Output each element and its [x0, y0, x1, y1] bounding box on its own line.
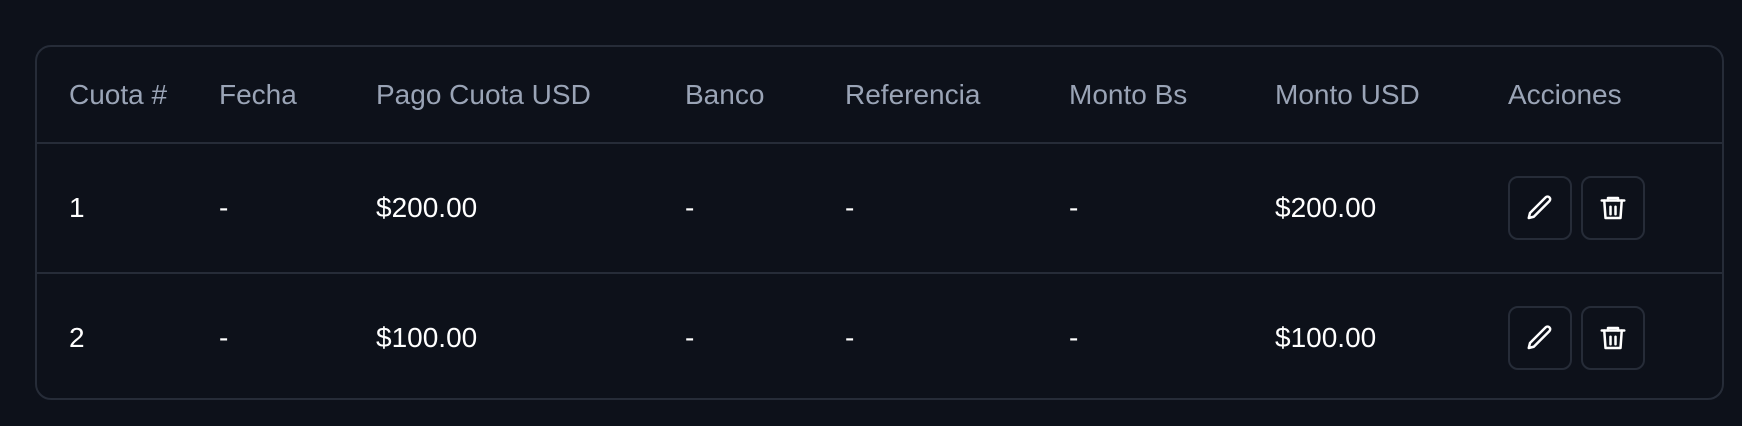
table-row: 1 - $200.00 - - - $200.00: [37, 143, 1722, 273]
installments-table-card: Cuota # Fecha Pago Cuota USD Banco Refer…: [35, 45, 1724, 400]
header-pago-cuota-usd: Pago Cuota USD: [376, 47, 685, 144]
header-banco: Banco: [685, 47, 845, 144]
cell-referencia: -: [845, 192, 855, 223]
delete-button[interactable]: [1581, 176, 1645, 240]
installments-table: Cuota # Fecha Pago Cuota USD Banco Refer…: [37, 47, 1722, 398]
cell-pago-cuota-usd: $100.00: [376, 272, 685, 398]
cell-monto-bs: -: [1069, 192, 1079, 223]
row-actions: [1508, 176, 1722, 240]
row-actions: [1508, 306, 1722, 370]
trash-icon: [1600, 196, 1626, 220]
cell-monto-usd: $200.00: [1275, 192, 1377, 223]
table-header-row: Cuota # Fecha Pago Cuota USD Banco Refer…: [37, 47, 1722, 144]
header-monto-bs: Monto Bs: [1069, 47, 1275, 144]
pencil-icon: [1527, 195, 1552, 220]
cell-monto-usd: $100.00: [1275, 272, 1508, 398]
cell-acciones: [1508, 143, 1722, 273]
edit-button[interactable]: [1508, 176, 1572, 240]
trash-icon: [1600, 326, 1626, 350]
header-acciones: Acciones: [1508, 47, 1722, 144]
edit-button[interactable]: [1508, 306, 1572, 370]
delete-button[interactable]: [1581, 306, 1645, 370]
cell-banco: -: [685, 272, 845, 398]
pencil-icon: [1527, 325, 1552, 350]
header-cuota: Cuota #: [37, 47, 219, 144]
cell-cuota: 1: [69, 192, 85, 223]
table-row: 2 - $100.00 - - - $100.00: [37, 272, 1722, 398]
cell-referencia: -: [845, 272, 1069, 398]
cell-fecha: -: [219, 192, 229, 223]
cell-monto-bs: -: [1069, 272, 1275, 398]
header-monto-usd: Monto USD: [1275, 47, 1508, 144]
cell-banco: -: [685, 192, 695, 223]
cell-cuota: 2: [37, 272, 219, 398]
cell-fecha: -: [219, 272, 376, 398]
cell-acciones: [1508, 272, 1722, 398]
header-referencia: Referencia: [845, 47, 1069, 144]
header-fecha: Fecha: [219, 47, 376, 144]
cell-pago-cuota-usd: $200.00: [376, 192, 478, 223]
